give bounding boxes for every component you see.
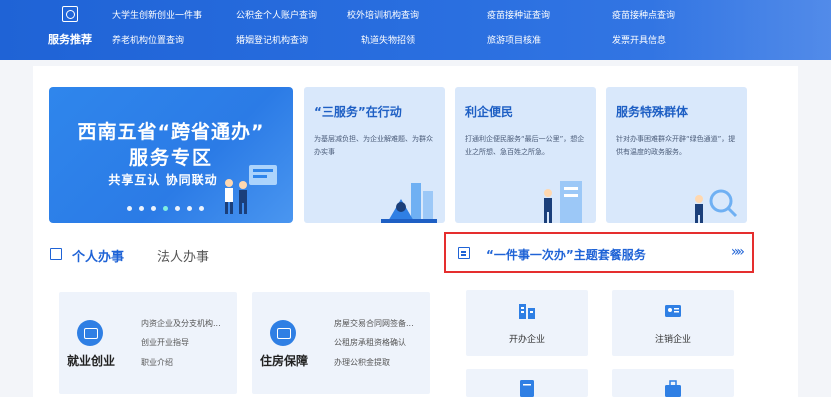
theme-package-header[interactable]: “一件事一次办”主题套餐服务 »» — [444, 232, 754, 273]
nav-link-invoice[interactable]: 发票开具信息 — [612, 33, 666, 46]
carousel-dot[interactable] — [175, 206, 180, 211]
document-list-icon — [458, 247, 470, 259]
service-link[interactable]: 公租房承租资格确认 — [334, 337, 406, 348]
double-chevron-right-icon[interactable]: »» — [731, 244, 745, 260]
nav-link-elderly-care[interactable]: 养老机构位置查询 — [112, 33, 184, 46]
feature-card-title: “三服务”在行动 — [314, 105, 402, 119]
theme-tile-label: 注销企业 — [654, 335, 691, 345]
feature-card-title: 利企便民 — [465, 105, 514, 119]
city-illustration-icon — [381, 183, 437, 223]
feature-card-three-services[interactable]: “三服务”在行动 为基层减负担、为企业解难题、为群众办实事 — [304, 87, 445, 223]
id-card-icon — [665, 305, 681, 317]
service-block-housing[interactable]: 住房保障 房屋交易合同网签备... 公租房承租资格确认 办理公积金提取 — [252, 292, 430, 394]
house-icon — [270, 320, 296, 346]
document-icon — [520, 380, 534, 397]
feature-card-desc: 打通利企便民服务“最后一公里”，想企业之所想、急百姓之所急。 — [465, 135, 585, 156]
service-block-name: 就业创业 — [67, 354, 116, 368]
carousel-dot[interactable] — [187, 206, 192, 211]
theme-tile-open-business[interactable]: 开办企业 — [466, 290, 588, 356]
top-banner: 服务推荐 大学生创新创业一件事 公积金个人账户查询 校外培训机构查询 疫苗接种证… — [0, 0, 831, 60]
carousel-dot[interactable] — [199, 206, 204, 211]
carousel-dot-active[interactable] — [163, 206, 168, 211]
feature-card-desc: 为基层减负担、为企业解难题、为群众办实事 — [314, 135, 433, 156]
cross-province-banner[interactable]: 西南五省“跨省通办” 服务专区 共享互认 协同联动 — [49, 87, 293, 223]
theme-tile-close-business[interactable]: 注销企业 — [612, 290, 734, 356]
service-block-name: 住房保障 — [260, 354, 309, 368]
theme-tile[interactable] — [466, 369, 588, 397]
tab-personal[interactable]: 个人办事 — [72, 246, 124, 265]
service-link[interactable]: 房屋交易合同网签备... — [334, 318, 414, 329]
nav-link-startup[interactable]: 大学生创新创业一件事 — [112, 8, 202, 21]
service-recommend-icon — [62, 6, 78, 22]
theme-tile[interactable] — [612, 369, 734, 397]
feature-card-benefit-business[interactable]: 利企便民 打通利企便民服务“最后一公里”，想企业之所想、急百姓之所急。 — [455, 87, 596, 223]
carousel-dot[interactable] — [151, 206, 156, 211]
nav-link-marriage[interactable]: 婚姻登记机构查询 — [236, 33, 308, 46]
people-illustration-icon — [225, 165, 277, 214]
feature-card-title: 服务特殊群体 — [616, 105, 689, 119]
worker-illustration-icon — [544, 181, 582, 223]
nav-link-fund-account[interactable]: 公积金个人账户查询 — [236, 8, 317, 21]
carousel-dots[interactable] — [127, 206, 204, 211]
carousel-dot[interactable] — [139, 206, 144, 211]
feature-card-special-groups[interactable]: 服务特殊群体 针对办事困难群众开辟“绿色通道”，提供有温度的政务服务。 — [606, 87, 747, 223]
nav-link-lost-found[interactable]: 轨道失物招领 — [361, 33, 415, 46]
service-link[interactable]: 创业开业指导 — [141, 337, 189, 348]
nav-link-vaccine-cert[interactable]: 疫苗接种证查询 — [487, 8, 550, 21]
personal-tab-icon — [50, 248, 62, 260]
toolbox-icon — [665, 380, 681, 397]
service-recommend-label: 服务推荐 — [48, 33, 92, 46]
service-link[interactable]: 职业介绍 — [141, 357, 173, 368]
nav-link-tourism[interactable]: 旅游项目核准 — [487, 33, 541, 46]
feature-card-desc: 针对办事困难群众开辟“绿色通道”，提供有温度的政务服务。 — [616, 135, 736, 156]
tab-legal[interactable]: 法人办事 — [157, 246, 209, 265]
magnifier-illustration-icon — [695, 189, 738, 223]
nav-link-vaccine-site[interactable]: 疫苗接种点查询 — [612, 8, 675, 21]
theme-package-title: “一件事一次办”主题套餐服务 — [486, 248, 646, 262]
banner-title-line1: 西南五省“跨省通办” — [77, 121, 265, 143]
building-icon — [519, 304, 535, 319]
service-link[interactable]: 内资企业及分支机构... — [141, 318, 221, 329]
theme-tile-label: 开办企业 — [508, 335, 545, 345]
service-link[interactable]: 办理公积金提取 — [334, 357, 390, 368]
page-edge — [798, 66, 831, 397]
nav-link-training[interactable]: 校外培训机构查询 — [347, 8, 419, 21]
briefcase-icon — [77, 320, 103, 346]
carousel-dot[interactable] — [127, 206, 132, 211]
service-block-employment[interactable]: 就业创业 内资企业及分支机构... 创业开业指导 职业介绍 — [59, 292, 237, 394]
